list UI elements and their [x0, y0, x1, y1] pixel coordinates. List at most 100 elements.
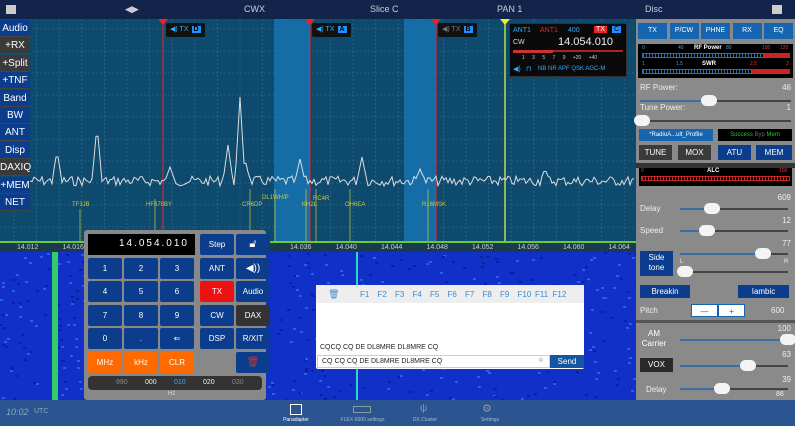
send-button[interactable]: Send	[550, 355, 584, 368]
sidepan-slider[interactable]	[677, 266, 788, 277]
disconnect-button[interactable]: Disc	[645, 4, 663, 14]
rx-antenna[interactable]: ANT1	[513, 27, 531, 34]
spot-label[interactable]: DL1WH/P	[262, 195, 289, 201]
sidebar-button-daxiq[interactable]: DAXIQ	[0, 159, 31, 177]
key-7[interactable]: 7	[88, 304, 122, 326]
key-dot[interactable]: .	[124, 328, 158, 349]
mox-button[interactable]: MOX	[678, 145, 711, 160]
breakin-button[interactable]: Breakin	[640, 285, 690, 298]
panadapter-icon[interactable]	[290, 404, 302, 415]
step-option[interactable]: 010	[174, 379, 186, 386]
audio-button[interactable]: Audio	[236, 281, 270, 302]
am_carrier-slider[interactable]	[680, 334, 795, 345]
vox-slider-thumb[interactable]	[740, 360, 757, 371]
key-0[interactable]: 0	[88, 328, 122, 349]
key-5[interactable]: 5	[124, 281, 158, 302]
speaker-icon[interactable]: ◀)	[513, 65, 521, 73]
fkey-f4[interactable]: F4	[413, 290, 422, 299]
pitch-increase-button[interactable]: +	[718, 304, 745, 317]
vox_delay-slider-thumb[interactable]	[714, 383, 731, 394]
fkey-f9[interactable]: F9	[500, 290, 509, 299]
rxit-button[interactable]: R/XIT	[236, 328, 270, 349]
step-option[interactable]: 030	[232, 379, 244, 386]
speaker-icon[interactable]: ◀▶	[125, 4, 139, 15]
ant-button[interactable]: ANT	[200, 257, 234, 279]
sidebar-button-tnf[interactable]: +TNF	[0, 72, 30, 90]
slice-a-tag[interactable]: ◀) TX A	[312, 23, 351, 37]
step-option[interactable]: 000	[145, 379, 157, 386]
fkey-f7[interactable]: F7	[465, 290, 474, 299]
sidebar-button-bw[interactable]: BW	[0, 107, 30, 124]
cw-text-input[interactable]: CQ CQ CQ DE DL8MRE DL8MRE CQ	[317, 355, 550, 368]
step-selector[interactable]: 990 000 010 020 030	[88, 376, 262, 390]
mhz-button[interactable]: MHz	[88, 351, 122, 373]
iambic-button[interactable]: Iambic	[738, 285, 789, 298]
slice-c-panel[interactable]: ANT1 ANT1 400 TX C CW 14.054.010 1 3 5 7…	[509, 23, 627, 77]
vox-slider[interactable]	[680, 360, 788, 371]
lock-icon[interactable]: 🔓︎	[236, 234, 270, 255]
sidebar-button-audio[interactable]: Audio	[0, 20, 30, 37]
mem-button[interactable]: MEM	[756, 145, 792, 160]
clr-button[interactable]: CLR	[160, 351, 194, 373]
vox-button[interactable]: VOX	[640, 358, 673, 372]
spot-label[interactable]: RC4R	[313, 196, 329, 202]
speed-slider[interactable]	[680, 225, 788, 236]
speed-slider-thumb[interactable]	[699, 225, 715, 236]
spot-label[interactable]: R16MSK	[422, 202, 446, 208]
sidetone-button[interactable]: Side tone	[640, 251, 673, 276]
sidepan-slider-thumb[interactable]	[677, 266, 694, 277]
key-4[interactable]: 4	[88, 281, 122, 302]
sidetone-slider[interactable]	[680, 248, 788, 259]
slice-frequency[interactable]: 14.054.010	[558, 36, 613, 48]
khz-button[interactable]: kHz	[124, 351, 158, 373]
tab-phne[interactable]: PHNE	[701, 23, 730, 39]
sidetone-slider-thumb[interactable]	[755, 248, 772, 259]
tx-button[interactable]: TX	[200, 281, 234, 302]
sidebar-button-split[interactable]: +Split	[0, 54, 30, 72]
fkey-f5[interactable]: F5	[430, 290, 439, 299]
am_carrier-slider-thumb[interactable]	[780, 334, 795, 345]
filter-width[interactable]: 400	[568, 27, 580, 34]
tab-dx-cluster[interactable]: DX Cluster	[405, 417, 445, 423]
dsp-flags[interactable]: NB NR APF QSK AGC-M	[538, 66, 605, 72]
tab-eq[interactable]: EQ	[764, 23, 793, 39]
spot-label[interactable]: HF670BY	[146, 202, 172, 208]
key-1[interactable]: 1	[88, 257, 122, 279]
spot-label[interactable]: CR6DP	[242, 202, 262, 208]
pitch-decrease-button[interactable]: —	[691, 304, 718, 317]
fkey-f11[interactable]: F11	[535, 290, 548, 299]
sidebar-toggle-icon[interactable]	[6, 5, 16, 14]
spot-label[interactable]: OH6EA	[345, 202, 365, 208]
sidebar-button-rx[interactable]: +RX	[0, 37, 30, 55]
dsp-button[interactable]: DSP	[200, 328, 234, 349]
tune_power-slider[interactable]	[633, 115, 791, 126]
tab-tx[interactable]: TX	[638, 23, 667, 39]
slice-d-tag[interactable]: ◀) TX D	[166, 23, 205, 37]
step-option[interactable]: 990	[116, 379, 128, 386]
fkey-f2[interactable]: F2	[378, 290, 387, 299]
sidebar-button-net[interactable]: NET	[0, 194, 30, 211]
tune_power-slider-thumb[interactable]	[633, 115, 650, 126]
tx-antenna[interactable]: ANT1	[540, 27, 558, 34]
sidebar-button-disp[interactable]: Disp	[0, 141, 30, 159]
tune-button[interactable]: TUNE	[639, 145, 672, 160]
key-3[interactable]: 3	[160, 257, 194, 279]
sidebar-button-band[interactable]: Band	[0, 89, 30, 107]
fkey-f3[interactable]: F3	[395, 290, 404, 299]
spot-label[interactable]: TF3JB	[72, 202, 90, 208]
dx-cluster-icon[interactable]: ψ	[420, 403, 427, 414]
clear-input-icon[interactable]: ⊗	[538, 356, 544, 364]
fkey-f6[interactable]: F6	[448, 290, 457, 299]
fkey-f8[interactable]: F8	[483, 290, 492, 299]
step-option[interactable]: 020	[203, 379, 215, 386]
key-8[interactable]: 8	[124, 304, 158, 326]
panadapter[interactable]: ◀) TX D ◀) TX A ◀) TX B TF3JB HF670BY CR6DP…	[0, 19, 636, 241]
tab-radio-settings[interactable]: FLEX-6500 settings	[335, 417, 390, 423]
spot-label[interactable]: KH2L	[302, 202, 317, 208]
trash-icon[interactable]: 🗑	[328, 289, 339, 300]
lock-icon[interactable]: ⊓	[526, 65, 531, 73]
slice-b-tag[interactable]: ◀) TX B	[438, 23, 477, 37]
sidebar-button-mem[interactable]: +MEM	[0, 176, 30, 194]
rf_power-slider-thumb[interactable]	[701, 95, 718, 106]
cwx-label[interactable]: CWX	[244, 4, 265, 14]
